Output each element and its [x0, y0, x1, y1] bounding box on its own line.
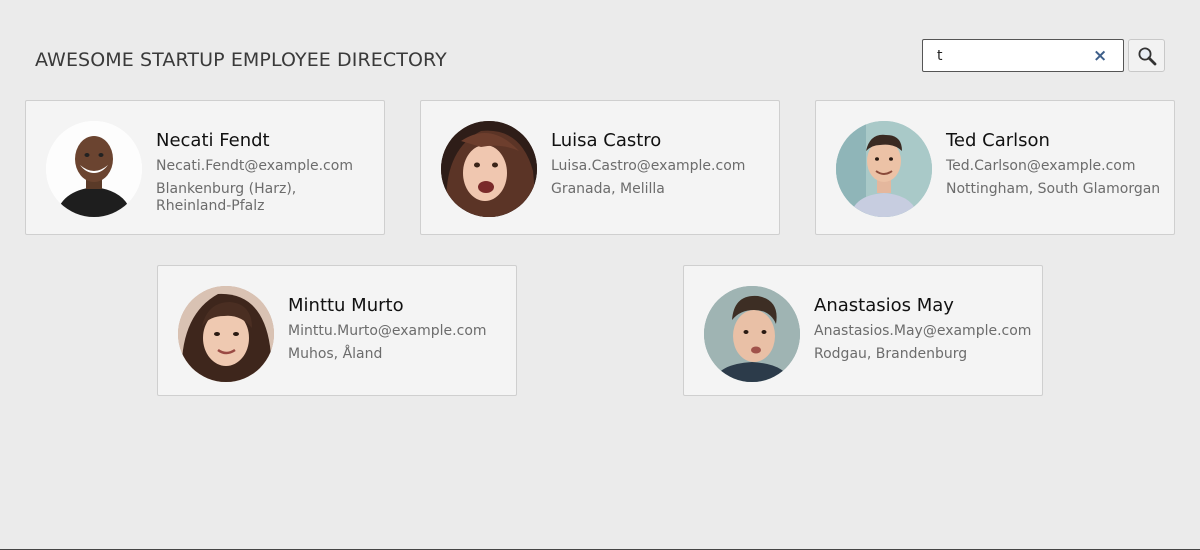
employee-email: Necati.Fendt@example.com [156, 158, 353, 174]
employee-location: Granada, Melilla [551, 181, 665, 197]
clear-search-icon[interactable]: × [1093, 48, 1107, 65]
employee-email: Ted.Carlson@example.com [946, 158, 1136, 174]
employee-card[interactable]: Luisa Castro Luisa.Castro@example.com Gr… [420, 100, 780, 235]
page-title: AWESOME STARTUP EMPLOYEE DIRECTORY [35, 49, 447, 71]
employee-location: Muhos, Åland [288, 346, 383, 362]
avatar [46, 121, 142, 217]
search-icon [1138, 47, 1156, 65]
avatar [704, 286, 800, 382]
employee-card[interactable]: Necati Fendt Necati.Fendt@example.com Bl… [25, 100, 385, 235]
employee-card[interactable]: Minttu Murto Minttu.Murto@example.com Mu… [157, 265, 517, 396]
employee-card[interactable]: Ted Carlson Ted.Carlson@example.com Nott… [815, 100, 1175, 235]
avatar [836, 121, 932, 217]
employee-name: Luisa Castro [551, 130, 662, 151]
employee-location: Blankenburg (Harz), Rheinland-Pfalz [156, 181, 297, 214]
employee-name: Necati Fendt [156, 130, 270, 151]
search-button[interactable] [1128, 39, 1165, 72]
employee-name: Minttu Murto [288, 295, 404, 316]
employee-name: Ted Carlson [946, 130, 1050, 151]
employee-email: Luisa.Castro@example.com [551, 158, 746, 174]
search-input[interactable] [937, 47, 1087, 65]
employee-name: Anastasios May [814, 295, 954, 316]
employee-email: Minttu.Murto@example.com [288, 323, 487, 339]
avatar [441, 121, 537, 217]
employee-location: Nottingham, South Glamorgan [946, 181, 1161, 197]
avatar [178, 286, 274, 382]
search-field[interactable]: × [922, 39, 1124, 72]
employee-location: Rodgau, Brandenburg [814, 346, 968, 362]
employee-card[interactable]: Anastasios May Anastasios.May@example.co… [683, 265, 1043, 396]
employee-email: Anastasios.May@example.com [814, 323, 1032, 339]
